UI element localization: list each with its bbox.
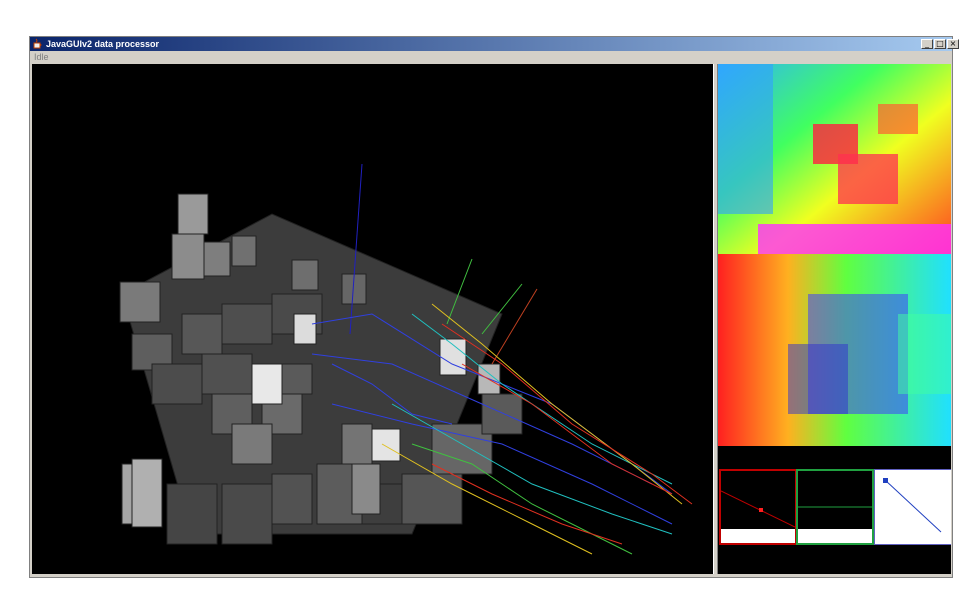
close-button[interactable]: × [947,39,959,49]
graph-plot-1 [720,471,796,543]
java-cup-icon [33,38,42,49]
graph-panel-2[interactable] [796,469,874,545]
graph-panel-3[interactable] [874,469,951,545]
app-window: JavaGUIv2 data processor _ □ × Idle [29,36,959,578]
graph-plot-3 [883,478,942,533]
voxel-blocks [119,193,523,545]
status-bar: Idle [30,51,952,63]
title-bar[interactable]: JavaGUIv2 data processor _ □ × [30,37,959,51]
3d-viewport[interactable] [32,64,713,574]
depth-map-image [718,64,951,254]
graph-panel-1[interactable] [719,469,797,545]
window-title: JavaGUIv2 data processor [46,39,160,49]
voxel-scene [119,163,693,555]
side-panel [718,64,951,574]
color-map-image [718,254,951,446]
minimize-button[interactable]: _ [921,39,933,49]
maximize-button[interactable]: □ [934,39,946,49]
graph-plot-2 [798,471,872,543]
status-text: Idle [34,52,49,62]
